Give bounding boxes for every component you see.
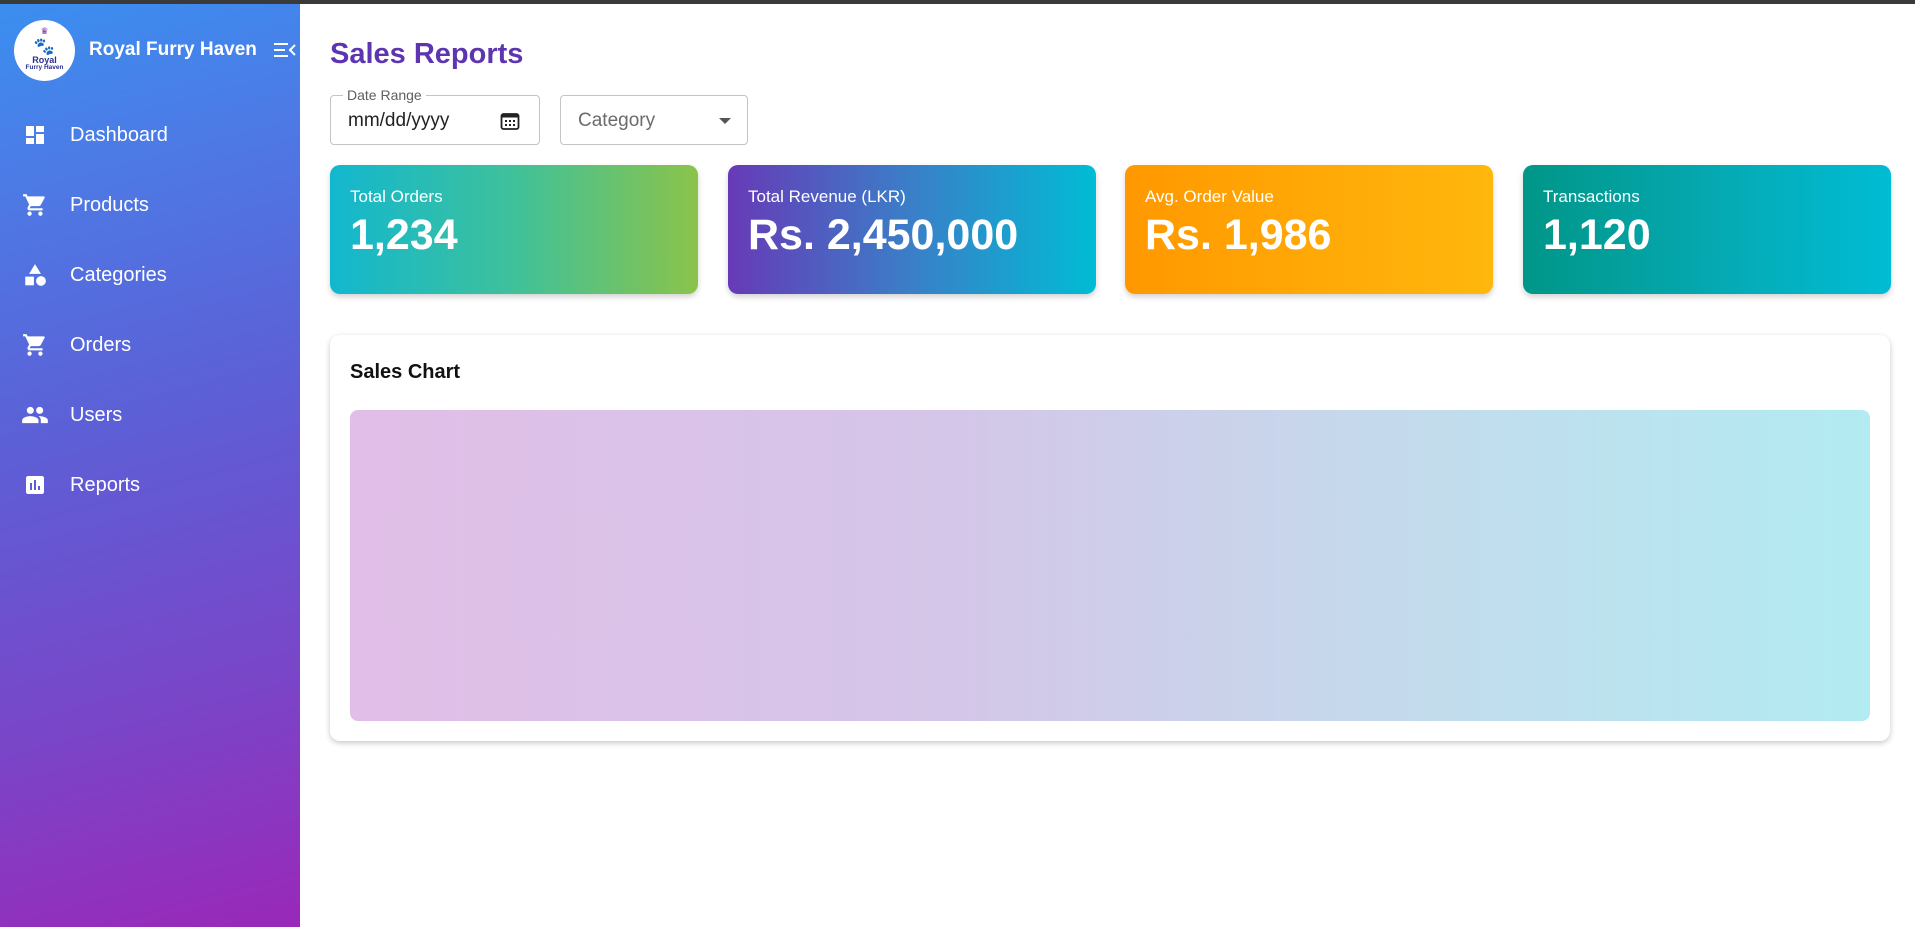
sidebar-item-label: Users (70, 403, 123, 426)
sidebar-nav: Dashboard Products Categories Orders Use… (0, 100, 300, 520)
brand: ♛ 🐾 Royal Furry Haven Royal Furry Haven (14, 19, 257, 81)
category-select[interactable]: Category (560, 95, 748, 145)
date-range-label: Date Range (343, 87, 426, 103)
window-top-border (0, 0, 1915, 4)
cart-icon (20, 190, 50, 220)
stat-title: Transactions (1543, 187, 1640, 206)
category-shapes-icon (20, 260, 50, 290)
page-title: Sales Reports (330, 38, 524, 70)
people-icon (20, 400, 50, 430)
logo-text-line2: Furry Haven (25, 63, 64, 71)
chevron-down-icon (717, 114, 733, 128)
stat-value: Rs. 1,986 (1145, 211, 1332, 259)
sidebar: ♛ 🐾 Royal Furry Haven Royal Furry Haven … (0, 0, 300, 927)
sidebar-item-categories[interactable]: Categories (0, 240, 300, 310)
sidebar-item-label: Categories (70, 263, 167, 286)
brand-name: Royal Furry Haven (89, 39, 257, 60)
main-content: Sales Reports Date Range Category Total … (300, 0, 1915, 927)
dashboard-icon (20, 120, 50, 150)
brand-logo: ♛ 🐾 Royal Furry Haven (14, 19, 75, 81)
stat-card-total-orders: Total Orders 1,234 (330, 165, 698, 294)
sidebar-item-reports[interactable]: Reports (0, 450, 300, 520)
sidebar-item-label: Orders (70, 333, 132, 356)
cart-icon (20, 330, 50, 360)
calendar-icon[interactable] (499, 110, 521, 132)
sidebar-item-label: Dashboard (70, 123, 168, 146)
stat-value: Rs. 2,450,000 (748, 211, 1019, 259)
menu-collapse-icon (274, 43, 296, 57)
sidebar-item-label: Reports (70, 473, 141, 496)
sidebar-item-users[interactable]: Users (0, 380, 300, 450)
stat-card-avg-order-value: Avg. Order Value Rs. 1,986 (1125, 165, 1493, 294)
sidebar-item-products[interactable]: Products (0, 170, 300, 240)
sales-chart-card: Sales Chart (330, 335, 1890, 741)
stat-title: Avg. Order Value (1145, 187, 1274, 206)
date-range-input[interactable] (348, 108, 498, 134)
sidebar-item-dashboard[interactable]: Dashboard (0, 100, 300, 170)
chart-title: Sales Chart (350, 361, 461, 383)
bar-chart-icon (20, 470, 50, 500)
category-select-value: Category (578, 110, 656, 131)
crown-icon: ♛ (40, 25, 49, 36)
stat-card-transactions: Transactions 1,120 (1523, 165, 1891, 294)
stat-title: Total Orders (350, 187, 443, 206)
stat-card-total-revenue: Total Revenue (LKR) Rs. 2,450,000 (728, 165, 1096, 294)
paw-icon: 🐾 (33, 36, 56, 56)
menu-collapse-button[interactable] (272, 38, 298, 62)
date-range-field[interactable]: Date Range (330, 87, 540, 145)
stat-value: 1,120 (1543, 211, 1651, 259)
stat-value: 1,234 (350, 211, 458, 259)
chart-placeholder-area (350, 410, 1870, 721)
sidebar-item-orders[interactable]: Orders (0, 310, 300, 380)
stat-title: Total Revenue (LKR) (748, 187, 906, 206)
sidebar-item-label: Products (70, 193, 149, 216)
